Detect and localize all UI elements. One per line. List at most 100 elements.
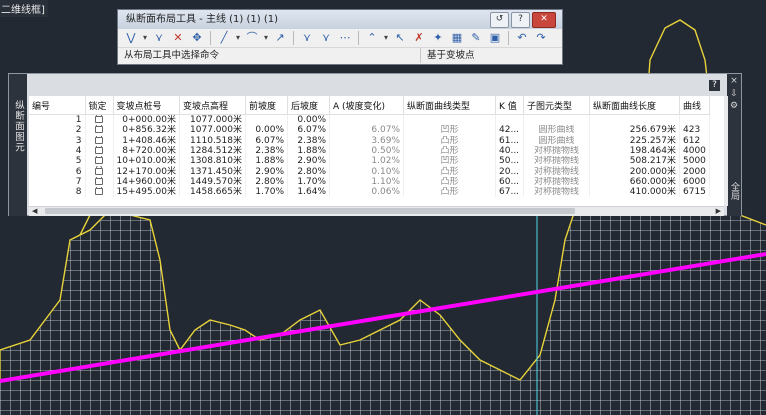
col-header[interactable]: 变坡点桩号	[113, 96, 180, 115]
lock-icon[interactable]	[95, 125, 103, 134]
table-cell[interactable]: 6000	[679, 176, 710, 188]
table-row[interactable]: 2 0+856.32米 1077.000米 0.00% 6.07% 6.07% 凹形 42..…	[29, 125, 710, 136]
table-row[interactable]: 8 15+495.00米 1458.665米 1.70% 1.64% 0.06% 凸形 67.…	[29, 187, 710, 198]
table-cell[interactable]: 7	[29, 176, 86, 188]
lock-icon[interactable]	[95, 166, 103, 175]
panel-close-icon[interactable]: ×	[727, 76, 741, 86]
table-cell[interactable]: 0+000.00米	[113, 114, 180, 126]
table-cell[interactable]: 6	[29, 166, 86, 177]
table-cell[interactable]	[523, 114, 590, 126]
select-pvi-icon[interactable]: ⌃	[363, 30, 381, 46]
panel-autohide-icon[interactable]: ⇩	[727, 89, 741, 99]
table-cell[interactable]: 0.00%	[245, 125, 288, 136]
table-cell[interactable]	[495, 114, 524, 126]
table-cell[interactable]: 1110.518米	[179, 135, 246, 146]
copy-profile-icon[interactable]: ✦	[429, 30, 447, 46]
toolbar-titlebar[interactable]: 纵断面布局工具 - 主线 (1) (1) (1) ↺ ? ✕	[118, 10, 562, 29]
table-cell[interactable]: 3.69%	[329, 135, 404, 146]
table-cell[interactable]: 对称抛物线	[523, 156, 590, 167]
table-cell[interactable]: 198.464米	[589, 145, 680, 157]
chevron-down-icon[interactable]: ▾	[262, 30, 270, 46]
table-cell[interactable]: 15+495.00米	[113, 187, 180, 198]
table-cell[interactable]: 61...	[495, 135, 524, 146]
scroll-right-icon[interactable]: ▶	[716, 207, 721, 216]
table-row[interactable]: 4 8+720.00米 1284.512米 2.38% 1.88% 0.50% 凸形 40..…	[29, 145, 710, 157]
table-cell[interactable]: 12+170.00米	[113, 166, 180, 177]
profile-grid-view[interactable]: 编号 锁定 变坡点桩号 变坡点高程 前坡度 后坡度 A (坡度变化) 纵断面曲线…	[29, 96, 724, 206]
table-cell[interactable]: 60...	[495, 176, 524, 188]
table-cell[interactable]: 423	[679, 125, 710, 136]
delete-pvi-icon[interactable]: ✕	[169, 30, 187, 46]
col-header[interactable]: 编号	[29, 96, 86, 115]
table-cell[interactable]	[589, 114, 680, 126]
lock-cell[interactable]	[85, 114, 114, 126]
panel-settings-icon[interactable]: ⚙	[727, 101, 741, 111]
table-cell[interactable]: 1.70%	[245, 187, 288, 198]
col-header[interactable]: 变坡点高程	[179, 96, 246, 115]
lock-cell[interactable]	[85, 156, 114, 167]
table-row[interactable]: 6 12+170.00米 1371.450米 2.90% 2.80% 0.10% 凸形 20.…	[29, 166, 710, 177]
table-cell[interactable]: 凸形	[403, 176, 496, 188]
table-cell[interactable]: 2	[29, 125, 86, 136]
move-pvi-icon[interactable]: ✥	[188, 30, 206, 46]
table-cell[interactable]: 6715	[679, 187, 710, 198]
table-cell[interactable]: 1.88%	[287, 145, 330, 157]
table-cell[interactable]: 1308.810米	[179, 156, 246, 167]
table-cell[interactable]: 对称抛物线	[523, 145, 590, 157]
panel-help-button[interactable]: ?	[709, 80, 720, 91]
table-cell[interactable]: 20...	[495, 166, 524, 177]
lock-icon[interactable]	[95, 114, 103, 124]
lock-icon[interactable]	[95, 135, 103, 144]
panel-global-label[interactable]: 全局	[727, 182, 741, 200]
lock-cell[interactable]	[85, 187, 114, 198]
lock-cell[interactable]	[85, 135, 114, 146]
col-header[interactable]: 曲线	[679, 96, 710, 115]
table-cell[interactable]: 1.64%	[287, 187, 330, 198]
table-cell[interactable]: 1371.450米	[179, 166, 246, 177]
table-cell[interactable]: 8+720.00米	[113, 145, 180, 157]
table-cell[interactable]: 6.07%	[245, 135, 288, 146]
table-cell[interactable]: 凸形	[403, 135, 496, 146]
table-cell[interactable]: 1.70%	[287, 176, 330, 188]
table-cell[interactable]: 50...	[495, 156, 524, 167]
table-row[interactable]: 5 10+010.00米 1308.810米 1.88% 2.90% 1.02% 凹形 50.…	[29, 156, 710, 167]
table-row[interactable]: 1 0+000.00米 1077.000米 0.00%	[29, 114, 710, 126]
table-cell[interactable]	[245, 114, 288, 126]
table-cell[interactable]: 圆形曲线	[523, 125, 590, 136]
fixed-curve-icon[interactable]: ⋯	[336, 30, 354, 46]
undo-icon[interactable]: ↶	[513, 30, 531, 46]
table-cell[interactable]: 2.38%	[287, 135, 330, 146]
table-cell[interactable]: 凹形	[403, 125, 496, 136]
table-cell[interactable]: 凹形	[403, 156, 496, 167]
table-cell[interactable]: 3	[29, 135, 86, 146]
vertical-scrollbar[interactable]	[724, 96, 728, 206]
table-cell[interactable]: 1077.000米	[179, 125, 246, 136]
table-cell[interactable]: 0.10%	[329, 166, 404, 177]
table-cell[interactable]: 256.679米	[589, 125, 680, 136]
col-header[interactable]: 纵断面曲线长度	[589, 96, 680, 115]
table-cell[interactable]: 5000	[679, 156, 710, 167]
col-header[interactable]: 锁定	[85, 96, 114, 115]
lock-icon[interactable]	[95, 176, 103, 185]
table-cell[interactable]: 2.90%	[245, 166, 288, 177]
table-cell[interactable]: 4000	[679, 145, 710, 157]
table-cell[interactable]: 对称抛物线	[523, 187, 590, 198]
table-cell[interactable]: 1449.570米	[179, 176, 246, 188]
table-cell[interactable]: 40...	[495, 145, 524, 157]
table-cell[interactable]: 1.10%	[329, 176, 404, 188]
col-header[interactable]: 前坡度	[245, 96, 288, 115]
table-cell[interactable]: 225.257米	[589, 135, 680, 146]
pvi-dropdown-icon[interactable]: ⋁	[122, 30, 140, 46]
table-cell[interactable]: 凸形	[403, 145, 496, 157]
table-cell[interactable]: 410.000米	[589, 187, 680, 198]
table-cell[interactable]: 对称抛物线	[523, 166, 590, 177]
draw-tangent-icon[interactable]: ╱	[215, 30, 233, 46]
col-header[interactable]: K 值	[495, 96, 524, 115]
table-cell[interactable]: 4	[29, 145, 86, 157]
table-cell[interactable]: 1077.000米	[179, 114, 246, 126]
table-cell[interactable]: 6.07%	[287, 125, 330, 136]
table-cell[interactable]: 2000	[679, 166, 710, 177]
table-cell[interactable]	[329, 114, 404, 126]
lock-icon[interactable]	[95, 145, 103, 155]
table-cell[interactable]: 508.217米	[589, 156, 680, 167]
